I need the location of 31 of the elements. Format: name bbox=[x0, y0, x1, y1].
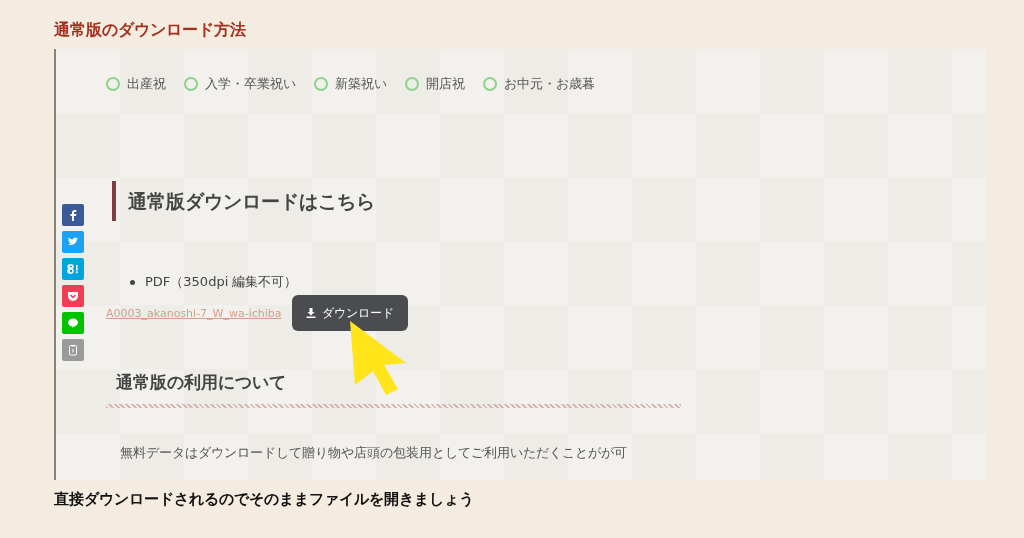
share-button[interactable] bbox=[62, 204, 84, 226]
share-button[interactable] bbox=[62, 339, 84, 361]
category-link[interactable]: 出産祝 bbox=[127, 75, 166, 93]
category-link[interactable]: お中元・お歳暮 bbox=[504, 75, 595, 93]
share-button[interactable] bbox=[62, 258, 84, 280]
format-item: PDF（350dpi 編集不可） bbox=[145, 273, 298, 291]
ring-icon bbox=[483, 77, 497, 91]
ring-icon bbox=[405, 77, 419, 91]
category-link[interactable]: 新築祝い bbox=[335, 75, 387, 93]
usage-text: 無料データはダウンロードして贈り物や店頭の包装用としてご利用いただくことがが可 bbox=[120, 444, 627, 462]
usage-heading: 通常版の利用について bbox=[116, 371, 286, 394]
pocket-icon bbox=[67, 290, 79, 302]
download-icon bbox=[305, 308, 316, 318]
caption: 直接ダウンロードされるのでそのままファイルを開きましょう bbox=[54, 490, 475, 509]
speech-bubble-icon bbox=[67, 317, 79, 329]
facebook-icon bbox=[67, 209, 79, 221]
bird-icon bbox=[67, 236, 79, 248]
section-title: 通常版のダウンロード方法 bbox=[54, 20, 246, 41]
bullet-icon bbox=[130, 279, 135, 285]
share-button[interactable] bbox=[62, 231, 84, 253]
cursor-arrow-icon bbox=[348, 319, 408, 397]
ring-icon bbox=[314, 77, 328, 91]
ring-icon bbox=[184, 77, 198, 91]
download-button[interactable]: ダウンロード bbox=[291, 295, 408, 331]
ring-icon bbox=[106, 77, 120, 91]
clipboard-icon bbox=[67, 344, 79, 356]
share-button[interactable] bbox=[62, 285, 84, 307]
category-link[interactable]: 開店祝 bbox=[426, 75, 465, 93]
bookmark-icon bbox=[67, 263, 79, 275]
category-link[interactable]: 入学・卒業祝い bbox=[205, 75, 296, 93]
download-heading: 通常版ダウンロードはこちら bbox=[112, 181, 375, 221]
